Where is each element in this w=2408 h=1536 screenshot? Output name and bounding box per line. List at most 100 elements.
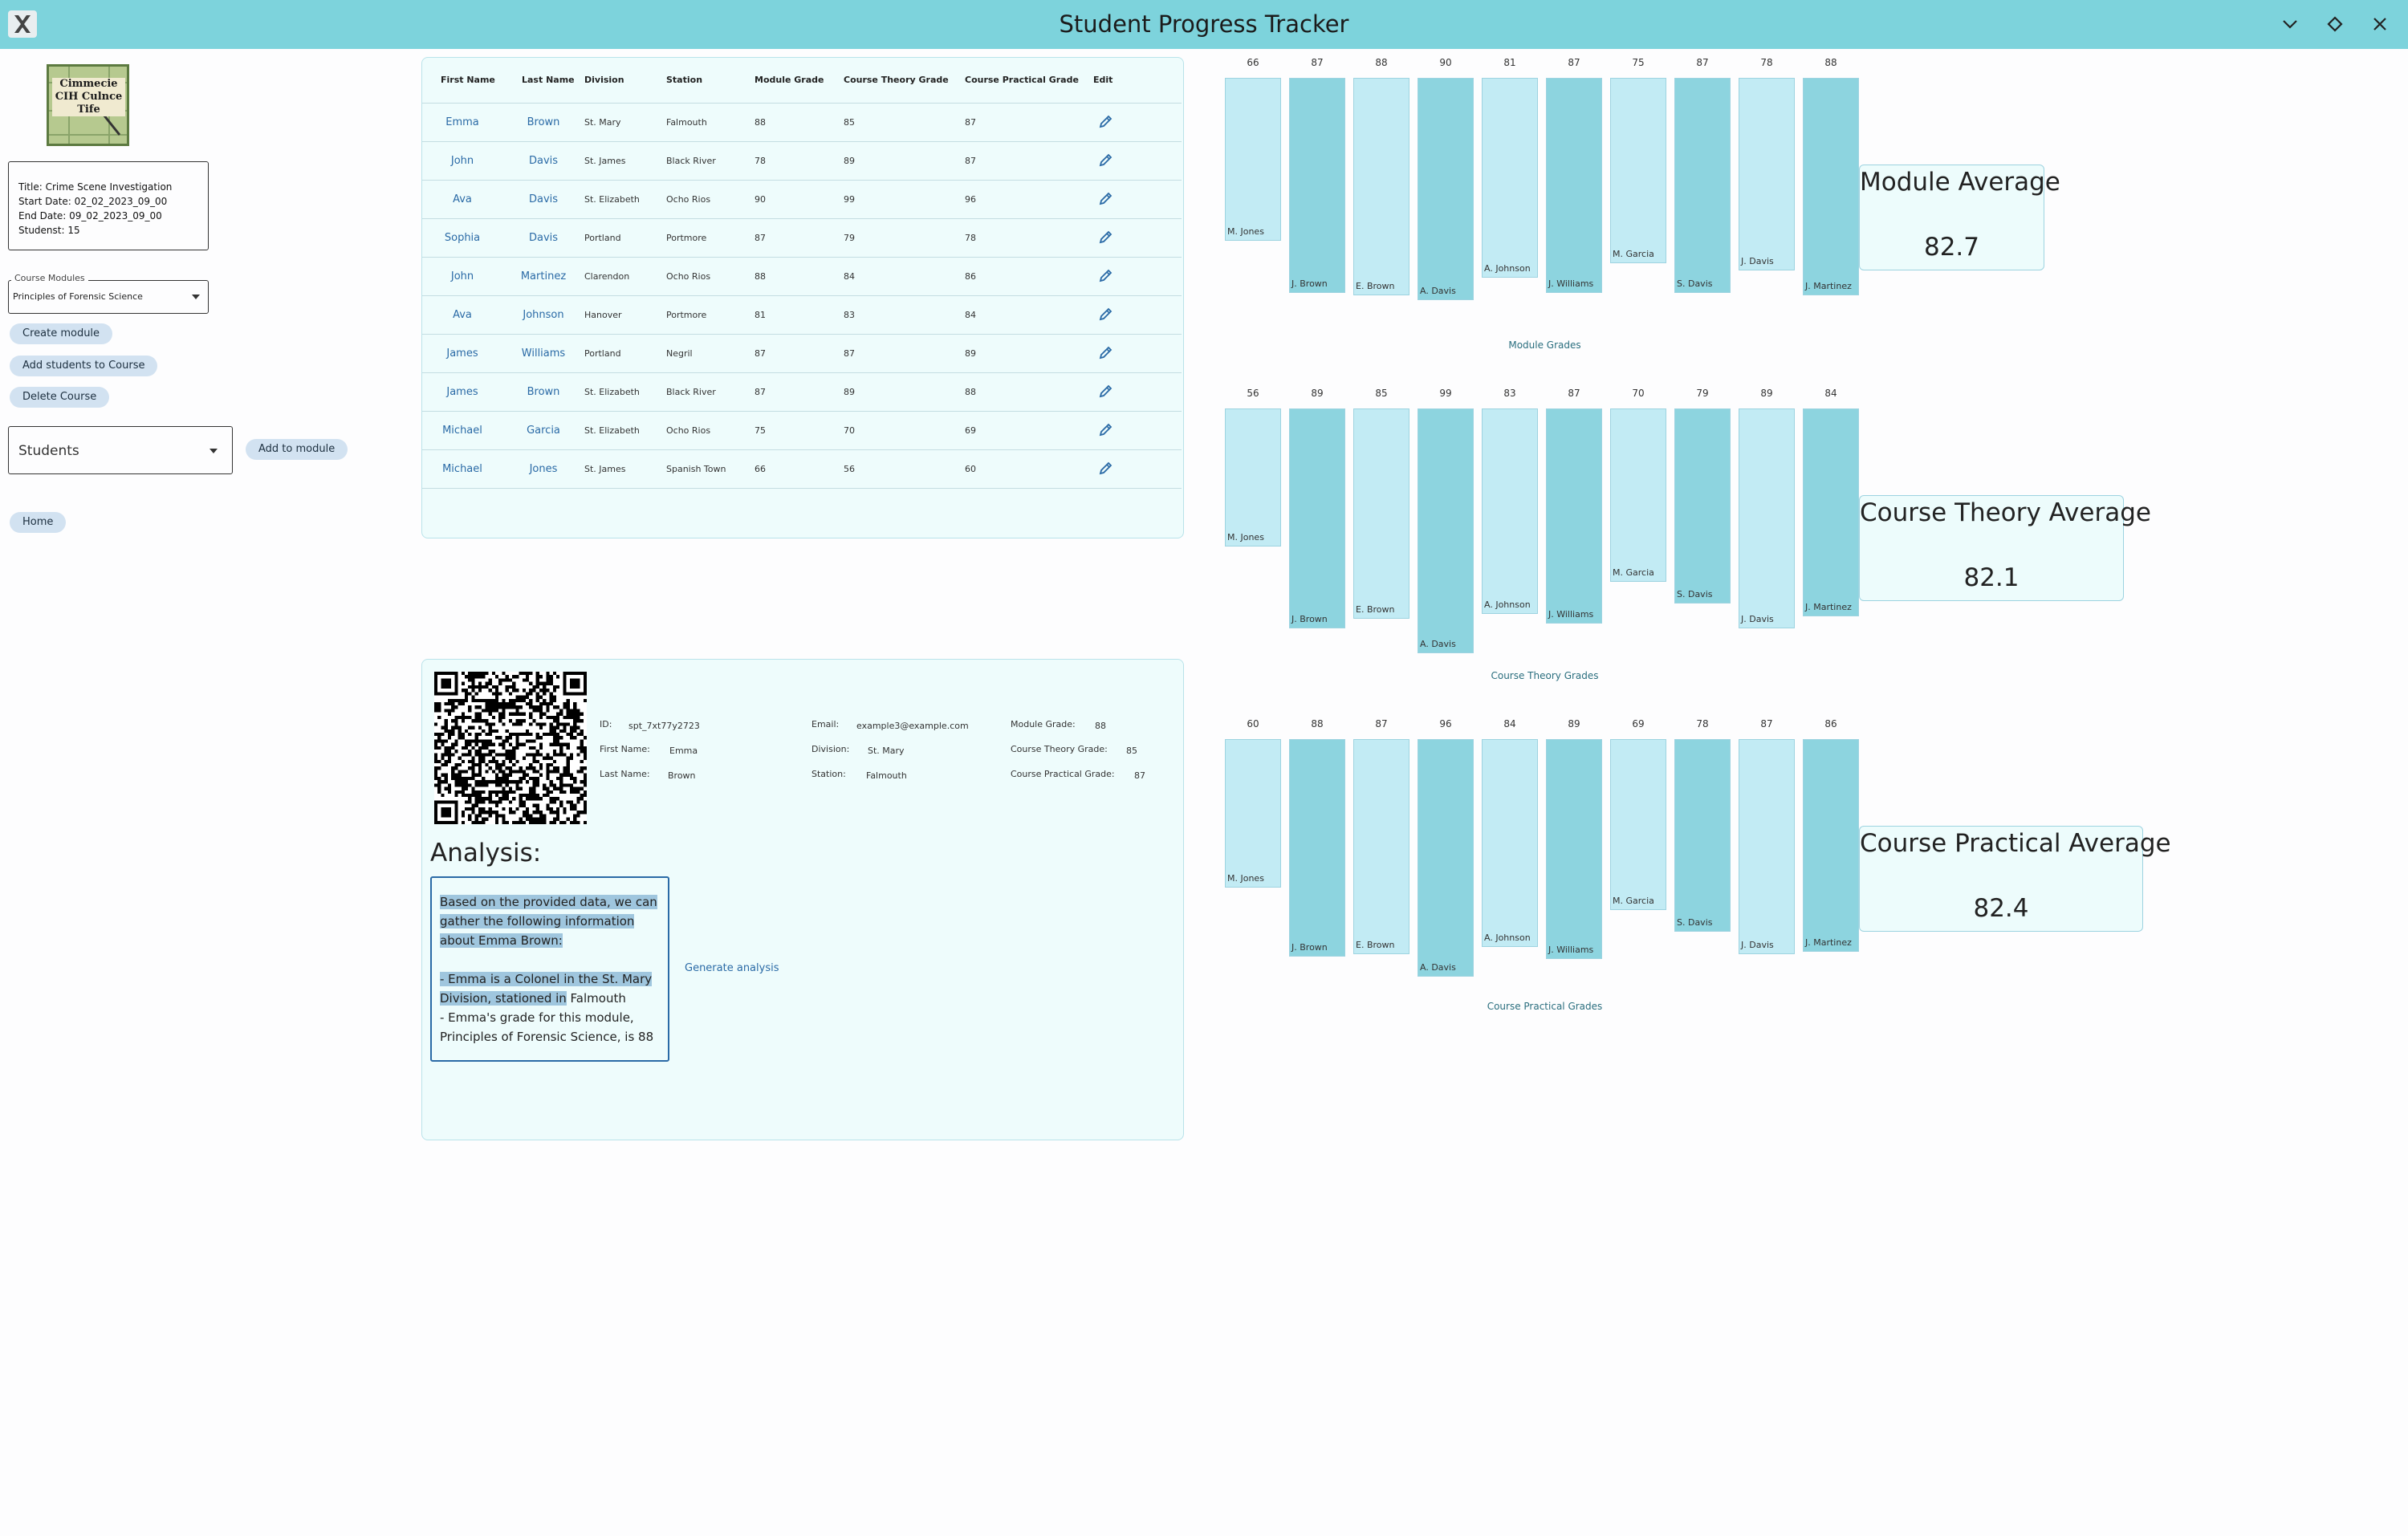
- course-modules-value: Principles of Forensic Science: [13, 291, 143, 302]
- edit-cell[interactable]: [1093, 372, 1182, 412]
- bar-category-label: J. Martinez: [1805, 601, 1852, 612]
- maximize-icon[interactable]: [2323, 12, 2347, 36]
- cell-first-name[interactable]: Emma: [422, 103, 502, 142]
- bar[interactable]: S. Davis: [1674, 739, 1731, 933]
- cell-last-name[interactable]: Martinez: [502, 257, 584, 296]
- cell-first-name[interactable]: John: [422, 141, 502, 181]
- edit-icon[interactable]: [1098, 152, 1114, 168]
- edit-cell[interactable]: [1093, 411, 1182, 450]
- edit-cell[interactable]: [1093, 218, 1182, 258]
- table-row[interactable]: John Martinez Clarendon Ocho Rios 88 84 86: [422, 257, 1182, 296]
- bar[interactable]: E. Brown: [1353, 408, 1409, 619]
- edit-icon[interactable]: [1098, 383, 1114, 399]
- cell-last-name[interactable]: Johnson: [502, 295, 584, 335]
- cell-first-name[interactable]: James: [422, 372, 502, 412]
- cell-first-name[interactable]: Michael: [422, 449, 502, 489]
- cell-first-name[interactable]: Sophia: [422, 218, 502, 258]
- edit-icon[interactable]: [1098, 190, 1114, 206]
- bar[interactable]: J. Martinez: [1803, 408, 1859, 616]
- close-icon[interactable]: [2368, 12, 2392, 36]
- cell-last-name[interactable]: Williams: [502, 334, 584, 373]
- add-to-module-button[interactable]: Add to module: [246, 439, 348, 460]
- cell-last-name[interactable]: Davis: [502, 180, 584, 219]
- course-modules-select[interactable]: Course Modules Principles of Forensic Sc…: [8, 273, 209, 314]
- edit-cell[interactable]: [1093, 103, 1182, 142]
- cell-practical-grade: 86: [965, 257, 1093, 296]
- generate-analysis-button[interactable]: Generate analysis: [685, 962, 779, 974]
- table-row[interactable]: Michael Garcia St. Elizabeth Ocho Rios 75 70 6…: [422, 411, 1182, 450]
- bar[interactable]: J. Brown: [1289, 78, 1345, 293]
- bar-value-label: 56: [1247, 388, 1259, 399]
- bar[interactable]: A. Davis: [1418, 408, 1474, 653]
- bar[interactable]: M. Jones: [1225, 408, 1281, 547]
- bar[interactable]: J. Martinez: [1803, 739, 1859, 952]
- cell-first-name[interactable]: Ava: [422, 180, 502, 219]
- bar[interactable]: J. Brown: [1289, 739, 1345, 957]
- table-row[interactable]: James Williams Portland Negril 87 87 89: [422, 334, 1182, 373]
- table-row[interactable]: John Davis St. James Black River 78 89 87: [422, 141, 1182, 181]
- bar[interactable]: M. Garcia: [1610, 78, 1666, 263]
- analysis-textarea[interactable]: Based on the provided data, we can gathe…: [430, 876, 669, 1062]
- cell-first-name[interactable]: Michael: [422, 411, 502, 450]
- bar[interactable]: J. Williams: [1546, 78, 1602, 293]
- course-student-count: Studenst: 15: [18, 225, 80, 236]
- edit-icon[interactable]: [1098, 267, 1114, 283]
- bar[interactable]: M. Garcia: [1610, 408, 1666, 582]
- bar[interactable]: J. Williams: [1546, 739, 1602, 960]
- edit-icon[interactable]: [1098, 113, 1114, 129]
- bar[interactable]: J. Martinez: [1803, 78, 1859, 296]
- cell-last-name[interactable]: Garcia: [502, 411, 584, 450]
- bar[interactable]: J. Williams: [1546, 408, 1602, 624]
- cell-first-name[interactable]: John: [422, 257, 502, 296]
- create-module-button[interactable]: Create module: [10, 323, 113, 344]
- edit-cell[interactable]: [1093, 257, 1182, 296]
- add-students-button[interactable]: Add students to Course: [10, 356, 158, 376]
- edit-cell[interactable]: [1093, 180, 1182, 219]
- edit-icon[interactable]: [1098, 229, 1114, 245]
- bar[interactable]: M. Jones: [1225, 739, 1281, 888]
- bar[interactable]: J. Davis: [1739, 739, 1795, 954]
- cell-division: St. Elizabeth: [584, 180, 666, 219]
- bar[interactable]: S. Davis: [1674, 408, 1731, 604]
- table-row[interactable]: Ava Johnson Hanover Portmore 81 83 84: [422, 295, 1182, 335]
- edit-icon[interactable]: [1098, 460, 1114, 476]
- edit-cell[interactable]: [1093, 295, 1182, 335]
- edit-icon[interactable]: [1098, 344, 1114, 360]
- bar[interactable]: J. Davis: [1739, 78, 1795, 271]
- id-label: ID:: [600, 719, 612, 729]
- edit-icon[interactable]: [1098, 306, 1114, 322]
- cell-last-name[interactable]: Davis: [502, 218, 584, 258]
- bar[interactable]: E. Brown: [1353, 78, 1409, 296]
- students-select[interactable]: Students: [8, 426, 233, 474]
- bar-category-label: J. Williams: [1548, 278, 1594, 289]
- table-row[interactable]: Emma Brown St. Mary Falmouth 88 85 87: [422, 103, 1182, 142]
- edit-icon[interactable]: [1098, 421, 1114, 437]
- bar[interactable]: A. Davis: [1418, 739, 1474, 977]
- minimize-icon[interactable]: [2278, 12, 2302, 36]
- table-row[interactable]: James Brown St. Elizabeth Black River 87 89 88: [422, 372, 1182, 412]
- home-button[interactable]: Home: [10, 512, 67, 533]
- cell-last-name[interactable]: Davis: [502, 141, 584, 181]
- bar[interactable]: A. Davis: [1418, 78, 1474, 301]
- bar[interactable]: A. Johnson: [1482, 408, 1538, 614]
- cell-last-name[interactable]: Brown: [502, 372, 584, 412]
- delete-course-button[interactable]: Delete Course: [10, 387, 110, 408]
- edit-cell[interactable]: [1093, 334, 1182, 373]
- bar[interactable]: S. Davis: [1674, 78, 1731, 293]
- bar[interactable]: M. Garcia: [1610, 739, 1666, 910]
- table-row[interactable]: Sophia Davis Portland Portmore 87 79 78: [422, 218, 1182, 258]
- cell-last-name[interactable]: Brown: [502, 103, 584, 142]
- bar[interactable]: J. Davis: [1739, 408, 1795, 629]
- bar[interactable]: E. Brown: [1353, 739, 1409, 954]
- table-row[interactable]: Ava Davis St. Elizabeth Ocho Rios 90 99 96: [422, 180, 1182, 219]
- table-row[interactable]: Michael Jones St. James Spanish Town 66 56 60: [422, 449, 1182, 489]
- cell-last-name[interactable]: Jones: [502, 449, 584, 489]
- cell-first-name[interactable]: Ava: [422, 295, 502, 335]
- edit-cell[interactable]: [1093, 449, 1182, 489]
- bar[interactable]: M. Jones: [1225, 78, 1281, 242]
- bar[interactable]: A. Johnson: [1482, 739, 1538, 947]
- cell-first-name[interactable]: James: [422, 334, 502, 373]
- edit-cell[interactable]: [1093, 141, 1182, 181]
- bar[interactable]: A. Johnson: [1482, 78, 1538, 278]
- bar[interactable]: J. Brown: [1289, 408, 1345, 629]
